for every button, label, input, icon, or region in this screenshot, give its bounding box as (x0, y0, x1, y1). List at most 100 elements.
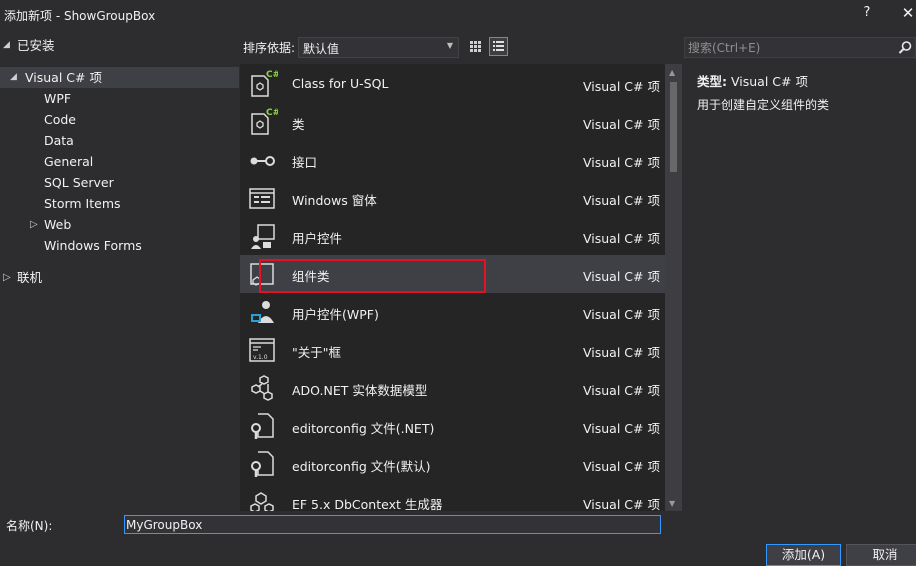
template-name: 类 (292, 117, 305, 132)
close-button[interactable]: ✕ (898, 4, 916, 24)
tree-item-label: Code (44, 112, 77, 127)
template-name: ADO.NET 实体数据模型 (292, 383, 428, 398)
grid-view-icon (470, 41, 481, 52)
scroll-down-icon[interactable]: ▼ (669, 499, 675, 508)
template-item[interactable]: Windows 窗体 Visual C# 项 (240, 179, 665, 217)
template-item[interactable]: 用户控件(WPF) Visual C# 项 (240, 293, 665, 331)
csharp-class-icon: C# (251, 70, 278, 97)
svg-text:C#: C# (266, 108, 278, 118)
template-name: editorconfig 文件(.NET) (292, 421, 435, 436)
sort-label: 排序依据: (243, 41, 296, 55)
template-item[interactable]: editorconfig 文件(.NET) Visual C# 项 (240, 407, 665, 445)
collapse-triangle-icon: ▷ (30, 219, 38, 230)
scroll-up-icon[interactable]: ▲ (669, 68, 675, 77)
description-text: 用于创建自定义组件的类 (697, 98, 830, 112)
cancel-button[interactable]: 取消 (846, 544, 916, 566)
tree-item-label: General (44, 154, 94, 169)
tree-item-code[interactable]: Code (0, 109, 239, 130)
user-control-icon (251, 224, 275, 249)
template-item[interactable]: editorconfig 文件(默认) Visual C# 项 (240, 445, 665, 483)
template-name: 用户控件(WPF) (292, 307, 379, 322)
template-language: Visual C# 项 (583, 459, 660, 474)
tree-item-storm-items[interactable]: Storm Items (0, 193, 239, 214)
tree-item-web[interactable]: ▷ Web (0, 214, 239, 235)
template-language: Visual C# 项 (583, 155, 660, 170)
entity-model-icon (251, 375, 273, 401)
chevron-down-icon: ▼ (446, 41, 453, 50)
svg-text:C#: C# (266, 70, 278, 80)
name-label: 名称(N): (6, 519, 53, 533)
tree-item-data[interactable]: Data (0, 130, 239, 151)
dbcontext-generator-icon (250, 492, 274, 511)
collapse-triangle-icon: ▷ (3, 272, 11, 283)
template-name: 接口 (292, 155, 318, 170)
interface-icon (250, 156, 275, 166)
csharp-class-icon: C# (251, 108, 278, 135)
list-scrollbar[interactable]: ▲ ▼ (665, 64, 682, 511)
template-name: 用户控件 (292, 231, 343, 246)
scrollbar-thumb[interactable] (670, 82, 677, 172)
type-label: 类型: (697, 74, 727, 89)
template-name: Class for U-SQL (292, 76, 389, 91)
tree-item-label: Web (44, 217, 72, 232)
tree-item-label: WPF (44, 91, 72, 106)
template-item[interactable]: C# 类 Visual C# 项 (240, 103, 665, 141)
template-language: Visual C# 项 (583, 497, 660, 511)
search-input[interactable] (688, 39, 888, 56)
wpf-user-control-icon (251, 301, 274, 323)
search-icon[interactable] (897, 39, 913, 56)
template-item[interactable]: EF 5.x DbContext 生成器 Visual C# 项 (240, 483, 665, 511)
template-language: Visual C# 项 (583, 79, 660, 94)
template-name: Windows 窗体 (292, 193, 377, 208)
template-language: Visual C# 项 (583, 421, 660, 436)
about-box-icon: v.1.0 (249, 338, 275, 362)
help-button[interactable]: ? (856, 5, 878, 25)
tree-item-label: Storm Items (44, 196, 121, 211)
template-language: Visual C# 项 (583, 269, 660, 284)
sort-dropdown[interactable]: 默认值 ▼ (298, 37, 459, 58)
tree-item-label: Visual C# 项 (25, 70, 102, 85)
name-input[interactable] (124, 515, 661, 534)
list-view-icon (493, 41, 504, 51)
tree-item-general[interactable]: General (0, 151, 239, 172)
template-name: "关于"框 (292, 345, 341, 360)
template-item[interactable]: v.1.0 "关于"框 Visual C# 项 (240, 331, 665, 369)
expand-triangle-icon: ◢ (10, 72, 17, 82)
template-item[interactable]: 接口 Visual C# 项 (240, 141, 665, 179)
config-file-icon (251, 413, 274, 439)
tree-item-windows-forms[interactable]: Windows Forms (0, 235, 239, 256)
template-language: Visual C# 项 (583, 231, 660, 246)
template-language: Visual C# 项 (583, 307, 660, 322)
template-language: Visual C# 项 (583, 117, 660, 132)
tree-item-label: Data (44, 133, 74, 148)
template-language: Visual C# 项 (583, 193, 660, 208)
tree-node-label: 联机 (17, 270, 43, 285)
highlight-annotation (259, 259, 486, 293)
expand-triangle-icon: ◢ (3, 40, 10, 50)
search-box (684, 37, 916, 58)
small-icons-view-button[interactable] (466, 37, 485, 56)
description-type: 类型: Visual C# 项 (697, 71, 808, 90)
tree-item-visual-csharp[interactable]: ◢ Visual C# 项 (0, 67, 239, 88)
config-file-icon (251, 451, 274, 477)
tree-item-wpf[interactable]: WPF (0, 88, 239, 109)
sort-value: 默认值 (303, 42, 340, 56)
add-button[interactable]: 添加(A) (766, 544, 841, 566)
tree-node-installed[interactable]: ◢ 已安装 (0, 35, 239, 56)
type-value: Visual C# 项 (730, 74, 808, 89)
description-panel (684, 64, 916, 511)
svg-text:v.1.0: v.1.0 (253, 354, 268, 361)
template-name: editorconfig 文件(默认) (292, 459, 431, 474)
tree-node-label: 已安装 (17, 38, 55, 53)
windows-form-icon (249, 188, 275, 209)
details-view-button[interactable] (489, 37, 508, 56)
tree-item-label: SQL Server (44, 175, 114, 190)
template-item[interactable]: ADO.NET 实体数据模型 Visual C# 项 (240, 369, 665, 407)
template-item[interactable]: 用户控件 Visual C# 项 (240, 217, 665, 255)
template-name: EF 5.x DbContext 生成器 (292, 497, 443, 511)
tree-item-sql-server[interactable]: SQL Server (0, 172, 239, 193)
window-title: 添加新项 - ShowGroupBox (4, 9, 156, 23)
template-item[interactable]: C# Class for U-SQL Visual C# 项 (240, 65, 665, 103)
tree-node-online[interactable]: ▷ 联机 (0, 267, 239, 288)
template-language: Visual C# 项 (583, 345, 660, 360)
